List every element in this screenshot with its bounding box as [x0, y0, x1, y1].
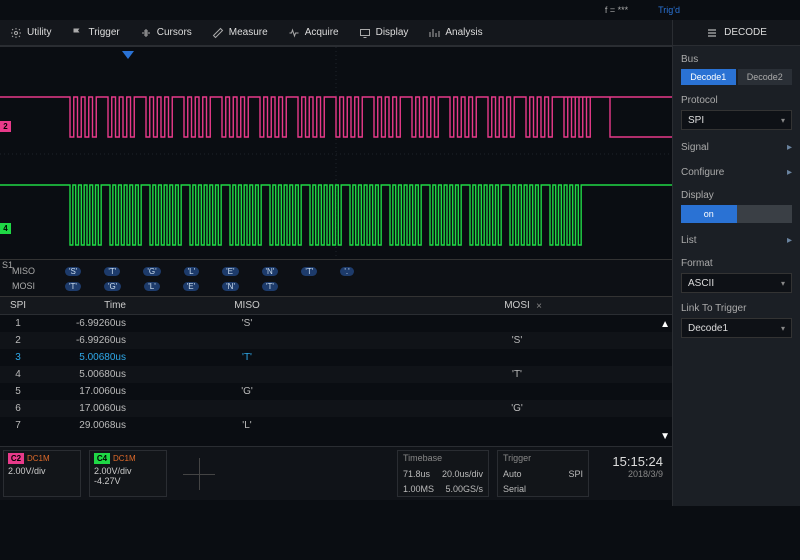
- protocol-label: Protocol: [681, 95, 792, 106]
- chevron-down-icon: ▾: [781, 324, 785, 333]
- menu-measure[interactable]: Measure: [202, 27, 278, 39]
- decode-pill: 'T': [262, 282, 278, 291]
- decode-lane: S1 MISO 'S''T''G''L''E''N''T''.' MOSI 'T…: [0, 260, 672, 296]
- ch4-box[interactable]: C4DC1M 2.00V/div -4.27V: [89, 450, 167, 497]
- decode-pill: 'L': [184, 267, 200, 276]
- chevron-right-icon: ▸: [787, 142, 792, 153]
- close-icon[interactable]: ×: [536, 299, 542, 312]
- tab-decode1[interactable]: Decode1: [681, 69, 736, 85]
- panel-header[interactable]: DECODE: [672, 20, 800, 46]
- list-icon: [706, 27, 718, 39]
- nav-cross[interactable]: [179, 454, 219, 494]
- table-row[interactable]: 45.00680us'T': [0, 366, 672, 383]
- ruler-icon: [212, 27, 224, 39]
- chevron-down-icon: ▾: [781, 116, 785, 125]
- table-row[interactable]: 35.00680us'T': [0, 349, 672, 366]
- gear-icon: [10, 27, 22, 39]
- table-row[interactable]: 617.0060us'G': [0, 400, 672, 417]
- trigger-state: Trig'd: [658, 5, 680, 15]
- display-label: Display: [681, 190, 792, 201]
- table-row[interactable]: 2-6.99260us'S': [0, 332, 672, 349]
- format-dropdown[interactable]: ASCII▾: [681, 273, 792, 293]
- col-time[interactable]: Time: [36, 300, 132, 311]
- decode-miso-row: MISO 'S''T''G''L''E''N''T''.': [12, 263, 672, 278]
- ch2-marker[interactable]: 2: [0, 121, 11, 132]
- decode-pill: 'G': [143, 267, 160, 276]
- decode-panel: Bus Decode1 Decode2 Protocol SPI▾ Signal…: [672, 46, 800, 506]
- bus-label: Bus: [681, 54, 792, 65]
- protocol-dropdown[interactable]: SPI▾: [681, 110, 792, 130]
- table-row[interactable]: 517.0060us'G': [0, 383, 672, 400]
- decode-pill: '.': [340, 267, 353, 276]
- format-label: Format: [681, 258, 792, 269]
- decode-pill: 'T': [65, 282, 81, 291]
- display-icon: [359, 27, 371, 39]
- timebase-box[interactable]: Timebase 71.8us20.0us/div 1.00MS5.00GS/s: [397, 450, 489, 497]
- decode-pill: 'N': [222, 282, 239, 291]
- col-mosi[interactable]: MOSI: [362, 300, 672, 311]
- display-toggle[interactable]: on: [681, 205, 792, 223]
- decode-table: SPI Time MISO MOSI × 1-6.99260us'S'2-6.9…: [0, 296, 672, 446]
- decode-mosi-row: MOSI 'T''G''L''E''N''T': [12, 278, 672, 293]
- status-bar: C2DC1M 2.00V/div C4DC1M 2.00V/div -4.27V…: [0, 446, 672, 500]
- ch2-box[interactable]: C2DC1M 2.00V/div: [3, 450, 81, 497]
- decode-pill: 'T': [104, 267, 120, 276]
- decode-pill: 'E': [222, 267, 238, 276]
- chevron-right-icon: ▸: [787, 167, 792, 178]
- link-trigger-dropdown[interactable]: Decode1▾: [681, 318, 792, 338]
- freq-readout: f = ***: [605, 5, 628, 15]
- decode-pill: 'L': [144, 282, 160, 291]
- acquire-icon: [288, 27, 300, 39]
- scroll-down-icon[interactable]: ▼: [660, 431, 670, 442]
- col-spi[interactable]: SPI: [0, 300, 36, 311]
- chevron-right-icon: ▸: [787, 235, 792, 246]
- trigger-position-marker[interactable]: [122, 51, 134, 59]
- scroll-up-icon[interactable]: ▲: [660, 319, 670, 330]
- menubar: Utility Trigger Cursors Measure Acquire …: [0, 20, 800, 46]
- decode-pill: 'T': [301, 267, 317, 276]
- chevron-down-icon: ▾: [781, 279, 785, 288]
- decode-pill: 'E': [183, 282, 199, 291]
- trigger-box[interactable]: Trigger AutoSPI Serial: [497, 450, 589, 497]
- col-miso[interactable]: MISO: [132, 300, 362, 311]
- analysis-icon: [428, 27, 440, 39]
- ch4-marker[interactable]: 4: [0, 223, 11, 234]
- menu-acquire[interactable]: Acquire: [278, 27, 349, 39]
- list-link[interactable]: List▸: [681, 233, 792, 248]
- menu-trigger[interactable]: Trigger: [61, 27, 129, 39]
- decode-pill: 'N': [262, 267, 279, 276]
- waveform-area[interactable]: 2 4: [0, 46, 672, 260]
- clock: 15:15:24 2018/3/9: [597, 450, 669, 497]
- configure-link[interactable]: Configure▸: [681, 165, 792, 180]
- table-row[interactable]: 1-6.99260us'S': [0, 315, 672, 332]
- menu-cursors[interactable]: Cursors: [130, 27, 202, 39]
- decode-pill: 'S': [65, 267, 81, 276]
- menu-utility[interactable]: Utility: [0, 27, 61, 39]
- waveform-svg: [0, 47, 672, 260]
- table-row[interactable]: 729.0068us'L': [0, 417, 672, 434]
- signal-link[interactable]: Signal▸: [681, 140, 792, 155]
- flag-icon: [71, 27, 83, 39]
- link-trigger-label: Link To Trigger: [681, 303, 792, 314]
- cursors-icon: [140, 27, 152, 39]
- tab-decode2[interactable]: Decode2: [738, 69, 793, 85]
- menu-analysis[interactable]: Analysis: [418, 27, 492, 39]
- menu-display[interactable]: Display: [349, 27, 419, 39]
- decode-pill: 'G': [104, 282, 121, 291]
